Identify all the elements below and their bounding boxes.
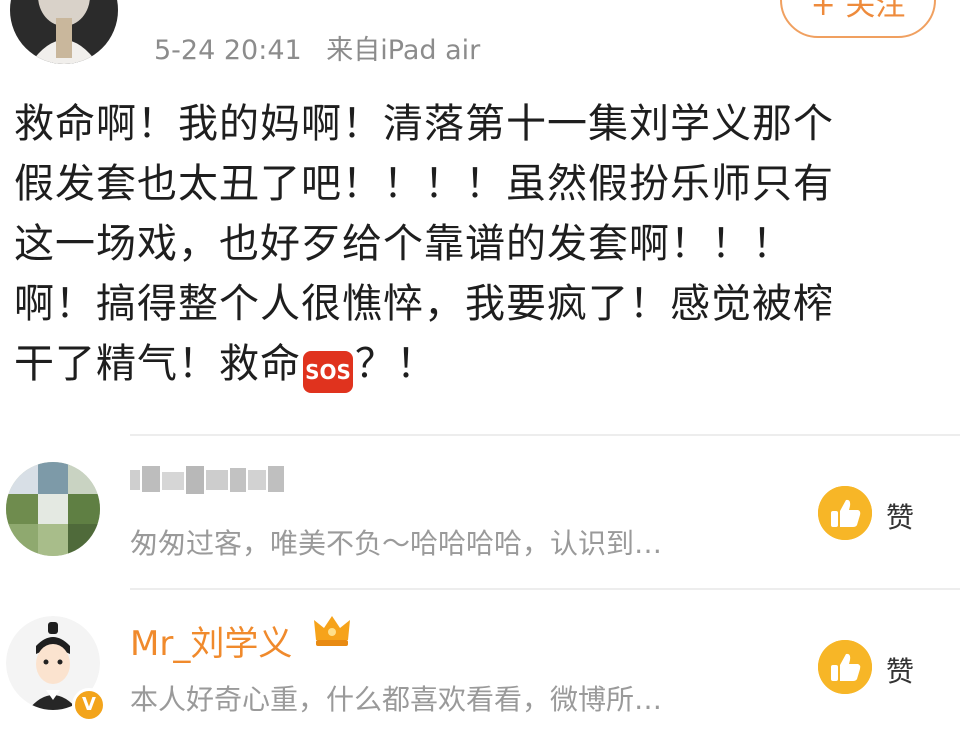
list-item[interactable]: V Mr_刘学义 本人好奇心重，什么都喜欢看看，微博所… 赞 [0,598,960,728]
post-text-line: 假发套也太丑了吧！！！！虽然假扮乐师只有 [14,161,834,207]
thumbs-up-icon [818,640,872,694]
post-text-line: 这一场戏，也好歹给个靠谱的发套啊！！！ [14,221,793,267]
post-text-fragment: 干了精气！救命 [14,341,301,387]
post-source: 来自iPad air [326,35,481,66]
author-avatar[interactable] [10,0,118,64]
commenter-bio: 匆匆过客，唯美不负～哈哈哈哈，认识到… [130,527,663,560]
like-label[interactable]: 赞 [886,496,914,536]
post-header: 5-24 20:41 来自iPad air + 关注 [0,0,960,80]
list-item[interactable]: 匆匆过客，唯美不负～哈哈哈哈，认识到… 赞 [0,444,960,574]
commenter-avatar[interactable] [6,462,100,556]
crown-icon [314,616,350,646]
post-text-line: 啊！搞得整个人很憔悴，我要疯了！感觉被榨 [14,281,834,327]
post-meta: 5-24 20:41 来自iPad air [154,28,480,67]
like-button[interactable] [818,486,872,540]
like-button[interactable] [818,640,872,694]
like-label[interactable]: 赞 [886,650,914,690]
comment-divider [130,588,960,590]
thumbs-up-icon [818,486,872,540]
post-text-fragment: ？！ [355,341,437,387]
commenter-bio: 本人好奇心重，什么都喜欢看看，微博所… [130,683,663,716]
commenter-avatar[interactable]: V [6,616,106,722]
commenter-name[interactable]: Mr_刘学义 [130,616,292,665]
comment-divider [130,434,960,436]
follow-button[interactable]: + 关注 [780,0,936,38]
author-name-cropped[interactable] [152,0,532,29]
verified-badge-icon: V [72,688,106,722]
commenter-name-blurred[interactable] [130,460,290,509]
sos-emoji-icon: SOS [303,351,353,393]
post-text-line-last: 干了精气！救命 SOS？！ [14,334,934,394]
post-text-line: 救命啊！我的妈啊！清落第十一集刘学义那个 [14,101,834,147]
post-body: 救命啊！我的妈啊！清落第十一集刘学义那个 假发套也太丑了吧！！！！虽然假扮乐师只… [14,94,934,394]
post-time: 5-24 20:41 [154,35,302,66]
